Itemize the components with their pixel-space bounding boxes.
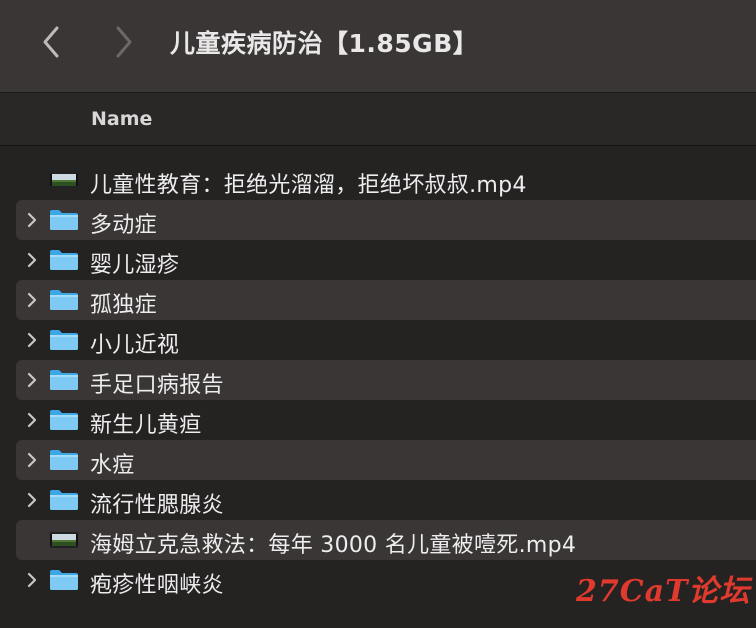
file-row[interactable]: 儿童性教育：拒绝光溜溜，拒绝坏叔叔.mp4: [16, 160, 756, 200]
column-header-row: Name: [0, 93, 756, 146]
disclosure-chevron-icon[interactable]: [24, 332, 40, 348]
file-list: 儿童性教育：拒绝光溜溜，拒绝坏叔叔.mp4 多动症婴儿湿疹孤独症小儿近视手足口病报…: [0, 160, 756, 600]
item-label: 婴儿湿疹: [90, 253, 180, 278]
watermark: 27CaT论坛: [576, 574, 751, 609]
folder-row[interactable]: 孤独症: [16, 280, 756, 320]
folder-icon: [49, 209, 79, 231]
folder-row[interactable]: 小儿近视: [16, 320, 756, 360]
disclosure-chevron-icon[interactable]: [24, 292, 40, 308]
folder-row[interactable]: 多动症: [16, 200, 756, 240]
folder-icon: [49, 329, 79, 351]
forward-button[interactable]: [110, 22, 138, 62]
finder-window: 儿童疾病防治【1.85GB】 Name 儿童性教育：拒绝光溜溜，拒绝坏叔叔.mp…: [0, 0, 756, 628]
chevron-left-icon: [43, 26, 59, 58]
item-label: 水痘: [90, 453, 135, 478]
disclosure-chevron-icon[interactable]: [24, 252, 40, 268]
disclosure-chevron-icon[interactable]: [24, 572, 40, 588]
disclosure-chevron-icon[interactable]: [24, 372, 40, 388]
folder-icon: [49, 289, 79, 311]
item-label: 儿童性教育：拒绝光溜溜，拒绝坏叔叔.mp4: [90, 173, 527, 198]
item-label: 流行性腮腺炎: [90, 493, 224, 518]
video-file-icon: [49, 529, 79, 551]
item-label: 疱疹性咽峡炎: [90, 573, 224, 598]
window-title: 儿童疾病防治【1.85GB】: [170, 29, 479, 58]
disclosure-chevron-icon[interactable]: [24, 412, 40, 428]
folder-icon: [49, 409, 79, 431]
item-label: 孤独症: [90, 293, 157, 318]
disclosure-chevron-icon[interactable]: [24, 492, 40, 508]
folder-icon: [49, 249, 79, 271]
file-row[interactable]: 海姆立克急救法：每年 3000 名儿童被噎死.mp4: [16, 520, 756, 560]
toolbar: 儿童疾病防治【1.85GB】: [0, 0, 756, 93]
folder-icon: [49, 369, 79, 391]
folder-row[interactable]: 手足口病报告: [16, 360, 756, 400]
chevron-right-icon: [116, 26, 132, 58]
item-label: 新生儿黄疸: [90, 413, 202, 438]
folder-icon: [49, 449, 79, 471]
disclosure-chevron-icon[interactable]: [24, 452, 40, 468]
video-file-icon: [49, 169, 79, 191]
folder-row[interactable]: 新生儿黄疸: [16, 400, 756, 440]
folder-row[interactable]: 流行性腮腺炎: [16, 480, 756, 520]
item-label: 小儿近视: [90, 333, 180, 358]
back-button[interactable]: [37, 22, 65, 62]
disclosure-chevron-icon[interactable]: [24, 212, 40, 228]
folder-row[interactable]: 婴儿湿疹: [16, 240, 756, 280]
folder-icon: [49, 489, 79, 511]
item-label: 手足口病报告: [90, 373, 224, 398]
folder-icon: [49, 569, 79, 591]
item-label: 多动症: [90, 213, 157, 238]
column-header-name[interactable]: Name: [91, 108, 152, 130]
item-label: 海姆立克急救法：每年 3000 名儿童被噎死.mp4: [90, 533, 577, 558]
folder-row[interactable]: 水痘: [16, 440, 756, 480]
